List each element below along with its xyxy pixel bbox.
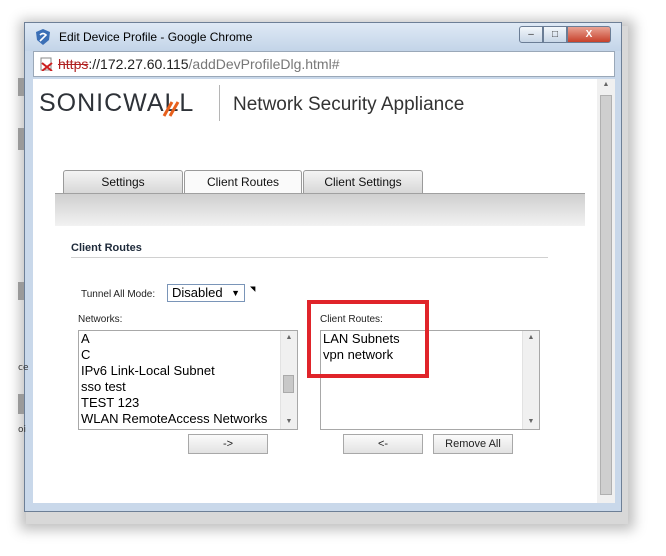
tunnel-all-mode-label: Tunnel All Mode: xyxy=(81,289,156,300)
annotation-highlight-box xyxy=(307,300,429,378)
background-text-fragment: ce xyxy=(18,363,29,373)
scroll-up-icon[interactable]: ▲ xyxy=(597,81,615,88)
client-routes-scrollbar[interactable]: ▲ ▼ xyxy=(522,331,539,429)
section-title: Client Routes xyxy=(71,242,142,254)
tab-settings[interactable]: Settings xyxy=(63,170,183,194)
tab-client-settings[interactable]: Client Settings xyxy=(303,170,423,194)
list-item[interactable]: IPv6 Link-Local Subnet xyxy=(81,363,215,378)
close-button[interactable]: X xyxy=(567,26,611,43)
window-title: Edit Device Profile - Google Chrome xyxy=(59,30,253,44)
networks-label: Networks: xyxy=(78,314,123,325)
networks-scrollbar[interactable]: ▲ ▼ xyxy=(280,331,297,429)
list-item[interactable]: A xyxy=(81,331,90,346)
minimize-button[interactable]: – xyxy=(519,26,543,43)
list-item[interactable]: WLAN RemoteAccess Networks xyxy=(81,411,267,426)
header-divider xyxy=(219,85,220,121)
dropdown-arrow-icon: ▼ xyxy=(231,288,240,298)
list-item[interactable]: TEST 123 xyxy=(81,395,139,410)
list-item[interactable]: C xyxy=(81,347,90,362)
url-path: /addDevProfileDlg.html# xyxy=(188,56,340,72)
scroll-down-icon[interactable]: ▼ xyxy=(281,415,297,429)
scroll-down-icon[interactable]: ▼ xyxy=(523,415,539,429)
tunnel-all-mode-select[interactable]: Disabled ▼ xyxy=(167,284,245,302)
url-host: ://172.27.60.115 xyxy=(88,56,189,72)
url-scheme: https xyxy=(58,56,89,72)
page-scrollbar[interactable]: ▲ xyxy=(597,79,615,503)
maximize-button[interactable]: □ xyxy=(543,26,567,43)
remove-route-button[interactable]: <- xyxy=(343,434,423,454)
brand-accent-mark xyxy=(162,101,180,117)
tab-client-routes[interactable]: Client Routes xyxy=(184,170,302,194)
page-scroll-thumb[interactable] xyxy=(600,95,612,495)
remove-all-button[interactable]: Remove All xyxy=(433,434,513,454)
scroll-up-icon[interactable]: ▲ xyxy=(523,331,539,345)
address-bar[interactable]: https://172.27.60.115/addDevProfileDlg.h… xyxy=(33,51,615,77)
sonicwall-shield-icon xyxy=(36,29,50,45)
title-bar[interactable]: Edit Device Profile - Google Chrome – □ … xyxy=(25,23,621,51)
add-route-button[interactable]: -> xyxy=(188,434,268,454)
tab-panel-header xyxy=(55,193,585,226)
section-divider xyxy=(71,257,548,258)
tunnel-all-mode-value: Disabled xyxy=(172,285,223,300)
background-text-fragment: oi xyxy=(18,425,27,435)
page-content: SONICWALL Network Security Appliance Set… xyxy=(33,79,615,503)
help-marker-icon: ◥ xyxy=(250,286,256,293)
product-name: Network Security Appliance xyxy=(233,94,465,115)
popup-window: Edit Device Profile - Google Chrome – □ … xyxy=(24,22,622,512)
networks-list[interactable]: A C IPv6 Link-Local Subnet sso test TEST… xyxy=(78,330,298,430)
scroll-up-icon[interactable]: ▲ xyxy=(281,331,297,345)
url-text[interactable]: https://172.27.60.115/addDevProfileDlg.h… xyxy=(58,56,340,72)
scroll-thumb[interactable] xyxy=(283,375,294,393)
insecure-page-icon[interactable] xyxy=(40,57,54,71)
list-item[interactable]: sso test xyxy=(81,379,126,394)
